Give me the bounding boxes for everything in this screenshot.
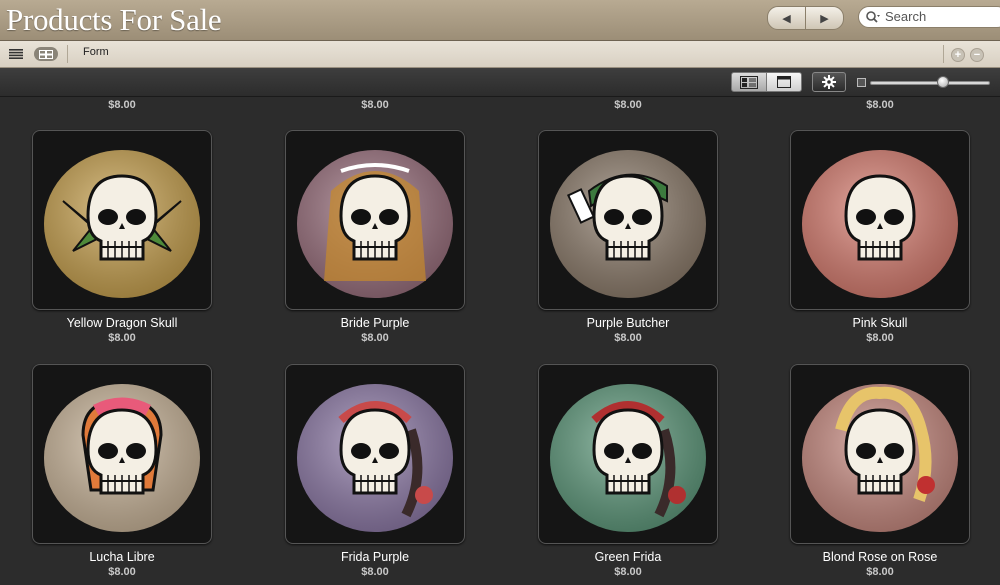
zoom-slider-knob[interactable] xyxy=(937,76,949,88)
search-icon xyxy=(866,11,880,23)
back-button[interactable]: ◀ xyxy=(768,7,806,29)
product-price: $8.00 xyxy=(108,332,136,344)
toolbar-divider xyxy=(67,45,68,63)
zoom-slider[interactable] xyxy=(870,81,990,85)
form-button[interactable]: Form xyxy=(83,46,109,58)
product-name[interactable]: Blond Rose on Rose xyxy=(760,550,1000,564)
product-name[interactable]: Green Frida xyxy=(508,550,748,564)
forward-icon: ▶ xyxy=(820,12,829,25)
product-image[interactable] xyxy=(790,364,970,544)
product-image[interactable] xyxy=(285,364,465,544)
product-name[interactable]: Bride Purple xyxy=(255,316,495,330)
add-record-button[interactable]: + xyxy=(951,48,965,62)
product-image[interactable] xyxy=(538,130,718,310)
product-image[interactable] xyxy=(790,130,970,310)
search-field[interactable] xyxy=(858,6,1000,28)
product-name[interactable]: Pink Skull xyxy=(760,316,1000,330)
product-name[interactable]: Frida Purple xyxy=(255,550,495,564)
grid-view-button[interactable] xyxy=(34,47,58,61)
product-name[interactable]: Purple Butcher xyxy=(508,316,748,330)
product-price: $8.00 xyxy=(866,332,894,344)
remove-record-button[interactable]: − xyxy=(970,48,984,62)
single-view-button[interactable] xyxy=(766,72,802,92)
product-image[interactable] xyxy=(285,130,465,310)
product-price: $8.00 xyxy=(614,566,642,578)
product-price: $8.00 xyxy=(361,566,389,578)
plus-icon: + xyxy=(954,49,962,61)
small-size-icon xyxy=(857,78,866,87)
minus-icon: − xyxy=(973,49,981,61)
search-input[interactable] xyxy=(885,9,995,24)
product-price: $8.00 xyxy=(361,332,389,344)
price-label: $8.00 xyxy=(614,99,642,111)
back-icon: ◀ xyxy=(782,12,791,25)
title-bar: Products For Sale ◀ ▶ xyxy=(0,0,1000,41)
nav-buttons: ◀ ▶ xyxy=(767,6,844,30)
forward-button[interactable]: ▶ xyxy=(806,7,843,29)
price-label: $8.00 xyxy=(108,99,136,111)
price-label: $8.00 xyxy=(361,99,389,111)
gallery-icon xyxy=(740,75,758,89)
window-icon xyxy=(777,76,791,88)
product-price: $8.00 xyxy=(614,332,642,344)
product-image[interactable] xyxy=(32,364,212,544)
product-name[interactable]: Yellow Dragon Skull xyxy=(2,316,242,330)
list-view-icon[interactable] xyxy=(9,49,23,59)
settings-button[interactable] xyxy=(812,72,846,92)
product-price: $8.00 xyxy=(108,566,136,578)
product-image[interactable] xyxy=(538,364,718,544)
product-price: $8.00 xyxy=(866,566,894,578)
product-gallery: $8.00 $8.00 $8.00 $8.00 Yellow Dragon Sk… xyxy=(0,97,1000,585)
toolbar: Form + − xyxy=(0,41,1000,68)
grid-view-icon xyxy=(39,49,53,59)
window-title: Products For Sale xyxy=(6,2,222,37)
price-label: $8.00 xyxy=(866,99,894,111)
toolbar-divider xyxy=(943,45,944,63)
gear-icon xyxy=(822,75,836,89)
product-image[interactable] xyxy=(32,130,212,310)
product-name[interactable]: Lucha Libre xyxy=(2,550,242,564)
gallery-view-button[interactable] xyxy=(731,72,767,92)
view-options-bar xyxy=(0,68,1000,97)
